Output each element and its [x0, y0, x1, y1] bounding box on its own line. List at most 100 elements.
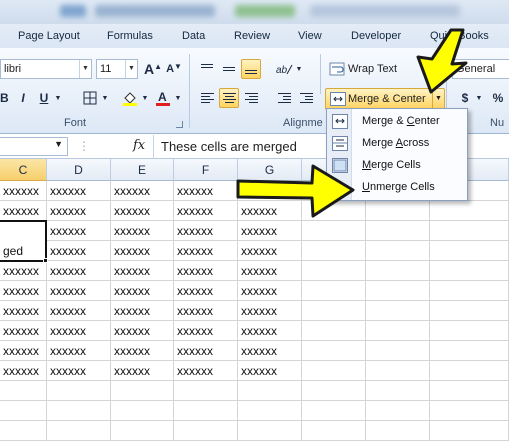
number-format-combo[interactable]: General: [452, 59, 509, 79]
wrap-text-button[interactable]: Wrap Text: [348, 63, 397, 75]
table-cell[interactable]: xxxxxx: [174, 241, 238, 261]
italic-button[interactable]: I: [13, 88, 33, 108]
column-header-f[interactable]: F: [174, 159, 238, 181]
orientation-button[interactable]: ab: [274, 59, 294, 79]
font-color-button[interactable]: A: [153, 88, 173, 108]
table-cell[interactable]: [238, 381, 302, 401]
chevron-down-icon[interactable]: ▼: [140, 88, 150, 108]
table-cell[interactable]: xxxxxx: [111, 241, 174, 261]
align-top-button[interactable]: [197, 59, 217, 79]
grow-font-button[interactable]: A ▲: [143, 59, 163, 79]
percent-button[interactable]: %: [488, 88, 508, 108]
table-cell[interactable]: xxxxxx: [238, 321, 302, 341]
table-cell[interactable]: [302, 241, 366, 261]
table-cell[interactable]: [430, 401, 509, 421]
table-cell[interactable]: [174, 421, 238, 441]
table-cell[interactable]: [430, 261, 509, 281]
table-cell[interactable]: [302, 401, 366, 421]
table-cell[interactable]: [47, 421, 111, 441]
table-cell[interactable]: [238, 181, 302, 201]
table-cell[interactable]: xxxxxx: [174, 361, 238, 381]
font-name-combo[interactable]: libri ▼: [0, 59, 92, 79]
table-cell[interactable]: [47, 381, 111, 401]
menu-item-merge-cells[interactable]: Merge Cells: [327, 155, 467, 177]
align-center-button[interactable]: [219, 88, 239, 108]
tab-developer[interactable]: Developer: [351, 30, 401, 42]
table-cell[interactable]: xxxxxx: [174, 221, 238, 241]
borders-button[interactable]: [80, 88, 100, 108]
font-size-combo[interactable]: 11 ▼: [96, 59, 138, 79]
table-cell[interactable]: [238, 401, 302, 421]
bold-button[interactable]: B: [0, 88, 12, 108]
table-cell[interactable]: xxxxxx: [47, 241, 111, 261]
table-cell[interactable]: xxxxxx: [174, 341, 238, 361]
column-header-g[interactable]: G: [238, 159, 302, 181]
table-cell[interactable]: xxxxxx: [0, 301, 47, 321]
table-cell[interactable]: xxxxxx: [47, 181, 111, 201]
table-cell[interactable]: xxxxxx: [111, 341, 174, 361]
chevron-down-icon[interactable]: ▼: [79, 60, 91, 78]
table-cell[interactable]: [430, 421, 509, 441]
decrease-indent-button[interactable]: [274, 88, 294, 108]
column-header-e[interactable]: E: [111, 159, 174, 181]
tab-view[interactable]: View: [298, 30, 322, 42]
table-cell[interactable]: [174, 381, 238, 401]
table-cell[interactable]: xxxxxx: [174, 321, 238, 341]
menu-item-unmerge-cells[interactable]: Unmerge Cells: [327, 177, 467, 199]
table-cell[interactable]: xxxxxx: [238, 201, 302, 221]
align-middle-button[interactable]: [219, 59, 239, 79]
table-cell[interactable]: [302, 281, 366, 301]
table-cell[interactable]: xxxxxx: [174, 201, 238, 221]
column-header-d[interactable]: D: [47, 159, 111, 181]
table-cell[interactable]: [366, 261, 430, 281]
table-cell[interactable]: xxxxxx: [111, 221, 174, 241]
table-cell[interactable]: [302, 201, 366, 221]
align-right-button[interactable]: [241, 88, 261, 108]
table-cell[interactable]: [430, 321, 509, 341]
table-cell[interactable]: [0, 381, 47, 401]
fill-color-button[interactable]: [120, 88, 140, 108]
insert-function-button[interactable]: fx: [133, 138, 145, 153]
table-cell[interactable]: xxxxxx: [0, 281, 47, 301]
selected-merged-cell[interactable]: [0, 220, 47, 262]
table-cell[interactable]: xxxxxx: [47, 341, 111, 361]
table-cell[interactable]: [430, 281, 509, 301]
table-cell[interactable]: [366, 421, 430, 441]
table-cell[interactable]: [430, 221, 509, 241]
table-cell[interactable]: xxxxxx: [47, 201, 111, 221]
table-cell[interactable]: [302, 221, 366, 241]
increase-indent-button[interactable]: [296, 88, 316, 108]
table-cell[interactable]: [366, 301, 430, 321]
table-cell[interactable]: [174, 401, 238, 421]
table-cell[interactable]: xxxxxx: [47, 361, 111, 381]
table-cell[interactable]: [111, 421, 174, 441]
table-cell[interactable]: xxxxxx: [47, 301, 111, 321]
table-cell[interactable]: [302, 341, 366, 361]
shrink-font-button[interactable]: A ▼: [164, 59, 184, 79]
table-cell[interactable]: xxxxxx: [238, 301, 302, 321]
chevron-down-icon[interactable]: ▼: [54, 139, 63, 149]
table-cell[interactable]: xxxxxx: [238, 261, 302, 281]
chevron-down-icon[interactable]: ▼: [53, 88, 63, 108]
table-cell[interactable]: [47, 401, 111, 421]
merge-center-button[interactable]: Merge & Center ▼: [325, 88, 445, 110]
name-box[interactable]: ▼: [0, 137, 68, 156]
table-cell[interactable]: xxxxxx: [0, 361, 47, 381]
chevron-down-icon[interactable]: ▼: [100, 88, 110, 108]
table-cell[interactable]: [366, 201, 430, 221]
table-cell[interactable]: [366, 241, 430, 261]
table-cell[interactable]: [302, 381, 366, 401]
chevron-down-icon[interactable]: ▼: [173, 88, 183, 108]
table-cell[interactable]: xxxxxx: [0, 321, 47, 341]
align-left-button[interactable]: [197, 88, 217, 108]
table-cell[interactable]: xxxxxx: [238, 361, 302, 381]
tab-review[interactable]: Review: [234, 30, 270, 42]
table-cell[interactable]: [0, 401, 47, 421]
table-cell[interactable]: [302, 261, 366, 281]
table-cell[interactable]: [238, 421, 302, 441]
menu-item-merge-center[interactable]: Merge & Center: [327, 111, 467, 133]
font-dialog-launcher-icon[interactable]: [176, 121, 183, 128]
table-cell[interactable]: [430, 381, 509, 401]
chevron-down-icon[interactable]: ▼: [294, 59, 304, 79]
table-cell[interactable]: [366, 381, 430, 401]
